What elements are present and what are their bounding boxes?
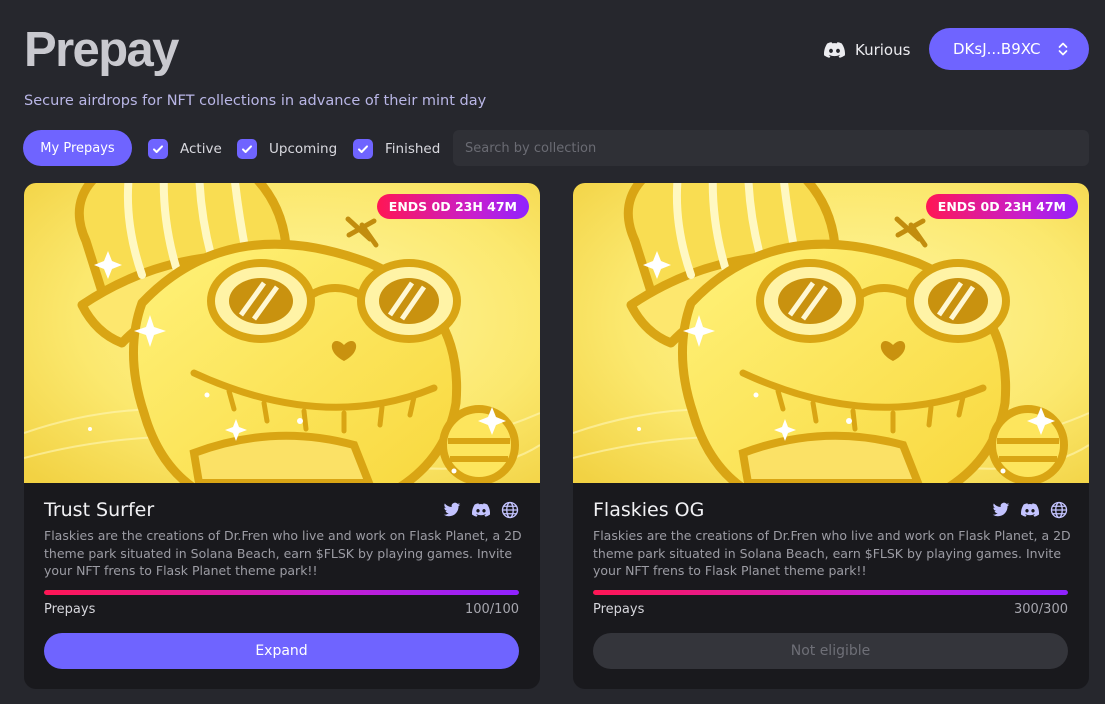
page-title: Prepay bbox=[24, 23, 179, 77]
page-subtitle: Secure airdrops for NFT collections in a… bbox=[24, 93, 487, 109]
filter-finished[interactable]: Finished bbox=[353, 139, 440, 159]
prepays-count: 100/100 bbox=[464, 602, 519, 617]
filter-upcoming[interactable]: Upcoming bbox=[237, 139, 337, 159]
twitter-icon[interactable] bbox=[992, 501, 1010, 519]
twitter-icon[interactable] bbox=[443, 501, 461, 519]
card-title: Flaskies OG bbox=[593, 499, 705, 521]
prepay-progress-bar bbox=[593, 590, 1068, 595]
active-checkbox[interactable] bbox=[148, 139, 168, 159]
globe-icon[interactable] bbox=[501, 501, 519, 519]
finished-checkbox[interactable] bbox=[353, 139, 373, 159]
timer-badge: ENDS 0D 23H 47M bbox=[376, 194, 529, 219]
social-links bbox=[443, 501, 519, 519]
discord-icon[interactable] bbox=[472, 501, 490, 519]
prepay-card: ENDS 0D 23H 47M Flaskies OG Flaskies are… bbox=[573, 183, 1089, 689]
card-description: Flaskies are the creations of Dr.Fren wh… bbox=[593, 528, 1071, 578]
discord-account[interactable]: Kurious bbox=[824, 39, 910, 61]
discord-icon bbox=[824, 42, 845, 58]
wallet-button[interactable]: DKsJ...B9XC bbox=[929, 28, 1089, 70]
page: Prepay Secure airdrops for NFT collectio… bbox=[0, 0, 1105, 704]
collection-image bbox=[573, 183, 1089, 483]
prepay-progress-bar bbox=[44, 590, 519, 595]
wallet-address: DKsJ...B9XC bbox=[953, 40, 1041, 58]
collection-image bbox=[24, 183, 540, 483]
check-icon bbox=[152, 143, 164, 155]
prepays-count: 300/300 bbox=[1013, 602, 1068, 617]
discord-username: Kurious bbox=[855, 41, 911, 59]
prepays-label: Prepays bbox=[44, 602, 96, 617]
prepay-card: ENDS 0D 23H 47M Trust Surfer Flaskies ar… bbox=[24, 183, 540, 689]
search-input[interactable] bbox=[453, 130, 1089, 166]
filter-upcoming-label: Upcoming bbox=[269, 141, 338, 157]
filter-active[interactable]: Active bbox=[148, 139, 222, 159]
filter-active-label: Active bbox=[180, 141, 222, 157]
check-icon bbox=[357, 143, 369, 155]
not-eligible-button: Not eligible bbox=[593, 633, 1068, 669]
card-title: Trust Surfer bbox=[44, 499, 155, 521]
timer-badge: ENDS 0D 23H 47M bbox=[925, 194, 1078, 219]
social-links bbox=[992, 501, 1068, 519]
prepays-label: Prepays bbox=[593, 602, 645, 617]
prepay-progress-fill bbox=[44, 590, 519, 595]
discord-icon[interactable] bbox=[1021, 501, 1039, 519]
check-icon bbox=[241, 143, 253, 155]
prepay-progress-fill bbox=[593, 590, 1068, 595]
chevron-up-down-icon bbox=[1057, 41, 1069, 57]
my-prepays-button[interactable]: My Prepays bbox=[23, 130, 132, 166]
globe-icon[interactable] bbox=[1050, 501, 1068, 519]
filter-finished-label: Finished bbox=[385, 141, 441, 157]
expand-button[interactable]: Expand bbox=[44, 633, 519, 669]
upcoming-checkbox[interactable] bbox=[237, 139, 257, 159]
card-description: Flaskies are the creations of Dr.Fren wh… bbox=[44, 528, 522, 578]
